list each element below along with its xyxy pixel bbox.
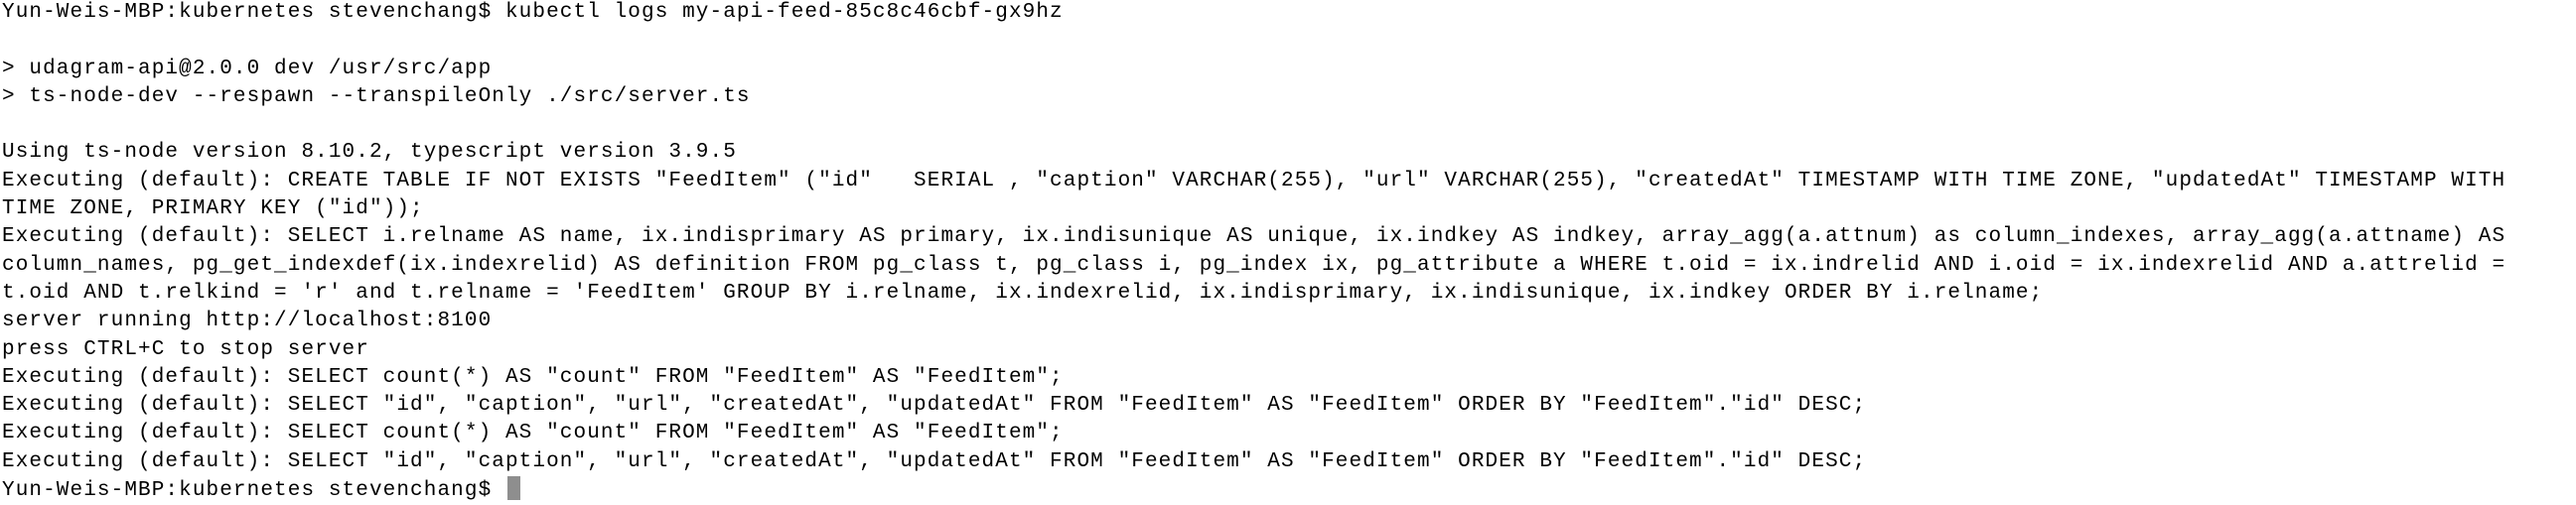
terminal-output[interactable]: Yun-Weis-MBP:kubernetes stevenchang$ kub… (2, 0, 2505, 504)
log-line: Using ts-node version 8.10.2, typescript… (2, 141, 737, 165)
log-line: Executing (default): SELECT "id", "capti… (2, 394, 1867, 418)
command-line: Yun-Weis-MBP:kubernetes stevenchang$ kub… (2, 1, 1064, 24)
text-cursor (506, 476, 520, 501)
log-line: Executing (default): SELECT "id", "capti… (2, 449, 1867, 473)
log-line: > ts-node-dev --respawn --transpileOnly … (2, 84, 751, 108)
log-line: t.oid AND t.relkind = 'r' and t.relname … (2, 281, 2044, 305)
log-line: column_names, pg_get_indexdef(ix.indexre… (2, 253, 2506, 277)
log-line: Executing (default): SELECT i.relname AS… (2, 225, 2506, 249)
log-line: TIME ZONE, PRIMARY KEY ("id")); (2, 197, 424, 221)
log-line: Executing (default): SELECT count(*) AS … (2, 422, 1064, 445)
log-line: server running http://localhost:8100 (2, 310, 493, 333)
log-line: > udagram-api@2.0.0 dev /usr/src/app (2, 57, 493, 80)
log-line: press CTRL+C to stop server (2, 337, 369, 361)
log-line: Executing (default): CREATE TABLE IF NOT… (2, 169, 2506, 192)
prompt-line[interactable]: Yun-Weis-MBP:kubernetes stevenchang$ (2, 476, 2505, 504)
log-line: Executing (default): SELECT count(*) AS … (2, 365, 1064, 389)
shell-prompt: Yun-Weis-MBP:kubernetes stevenchang$ (2, 479, 505, 503)
